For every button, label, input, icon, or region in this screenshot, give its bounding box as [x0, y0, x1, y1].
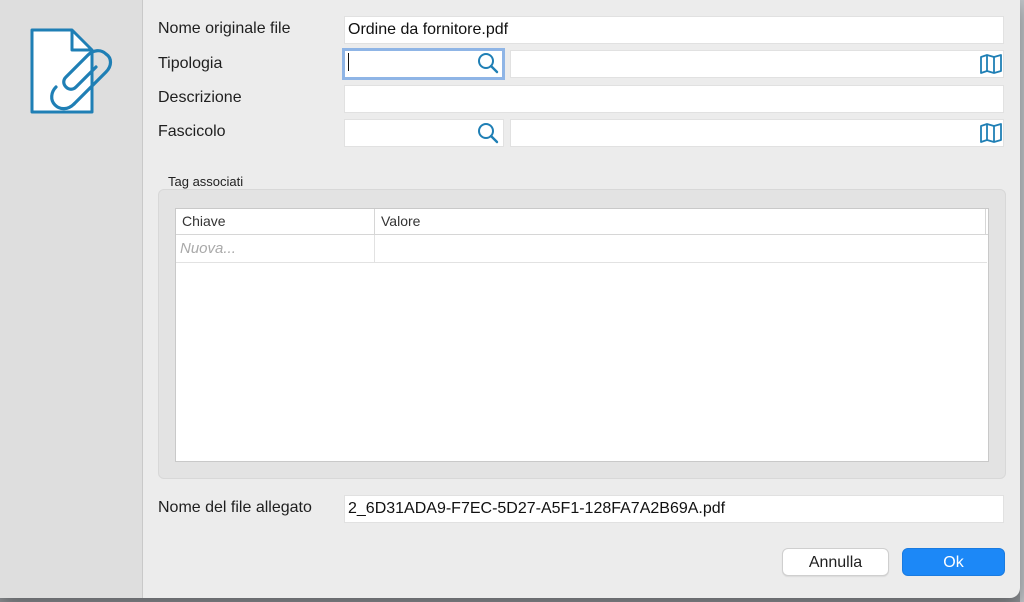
tags-table-header: Chiave Valore	[176, 209, 988, 235]
type-search-icon[interactable]	[476, 51, 500, 75]
type-map-icon[interactable]	[979, 52, 1003, 76]
column-header-value[interactable]: Valore	[375, 209, 986, 234]
attached-name-field[interactable]: 2_6D31ADA9-F7EC-5D27-A5F1-128FA7A2B69A.p…	[344, 495, 1004, 523]
tags-section-label: Tag associati	[168, 174, 244, 189]
folder-search-icon[interactable]	[476, 121, 500, 145]
new-tag-value-cell[interactable]	[375, 235, 986, 262]
description-field[interactable]	[344, 85, 1004, 113]
new-tag-key-cell[interactable]: Nuova...	[176, 235, 375, 262]
dialog-sidebar	[0, 0, 143, 598]
attached-name-label: Nome del file allegato	[158, 499, 312, 516]
text-caret	[348, 52, 349, 71]
column-header-key[interactable]: Chiave	[176, 209, 375, 234]
folder-label: Fascicolo	[158, 123, 226, 140]
original-name-field[interactable]: Ordine da fornitore.pdf	[344, 16, 1004, 44]
folder-map-icon[interactable]	[979, 121, 1003, 145]
folder-description-field[interactable]	[510, 119, 1004, 147]
cancel-button[interactable]: Annulla	[782, 548, 889, 576]
description-label: Descrizione	[158, 89, 242, 106]
tags-table[interactable]: Chiave Valore Nuova...	[175, 208, 989, 462]
background-window-edge	[1020, 0, 1024, 602]
table-row-new[interactable]: Nuova...	[176, 235, 987, 263]
original-name-label: Nome originale file	[158, 20, 291, 37]
ok-button[interactable]: Ok	[902, 548, 1005, 576]
type-label: Tipologia	[158, 55, 223, 72]
document-properties-dialog: Nome originale file Ordine da fornitore.…	[0, 0, 1020, 598]
document-attachment-icon	[30, 28, 113, 114]
type-description-field[interactable]	[510, 50, 1004, 78]
